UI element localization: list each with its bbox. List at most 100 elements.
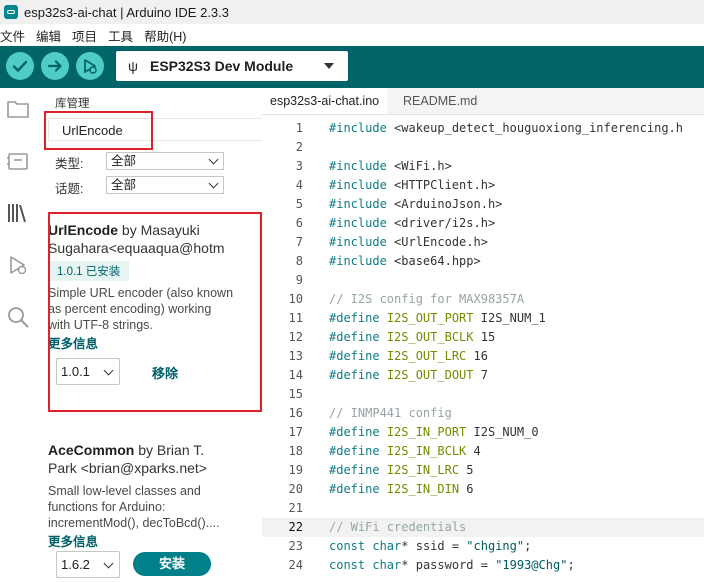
menu-help[interactable]: 帮助(H) [144, 26, 186, 45]
caret-down-icon [324, 63, 334, 69]
tab-readme[interactable]: README.md [395, 88, 485, 114]
line-source: #include <HTTPClient.h> [329, 176, 495, 195]
topic-filter-select[interactable]: 全部 [106, 176, 224, 194]
code-line[interactable]: 17 #define I2S_IN_PORT I2S_NUM_0 [262, 423, 704, 442]
boards-manager-icon[interactable] [5, 148, 31, 174]
code-line[interactable]: 8 #include <base64.hpp> [262, 252, 704, 271]
line-number: 13 [288, 349, 303, 363]
installed-badge: 1.0.1 已安装 [48, 261, 130, 281]
code-token: #include [329, 178, 387, 192]
code-token: #define [329, 463, 380, 477]
line-source: #include <WiFi.h> [329, 157, 452, 176]
code-line[interactable]: 23 const char* ssid = "chging"; [262, 537, 704, 556]
line-source: #include <driver/i2s.h> [329, 214, 495, 233]
code-token: // I2S config for MAX98357A [329, 292, 525, 306]
version-select[interactable]: 1.0.1 [56, 358, 120, 385]
search-icon[interactable] [5, 304, 31, 330]
code-line[interactable]: 19 #define I2S_IN_LRC 5 [262, 461, 704, 480]
code-line[interactable]: 3 #include <WiFi.h> [262, 157, 704, 176]
line-number: 16 [288, 406, 303, 420]
title-bar: esp32s3-ai-chat | Arduino IDE 2.3.3 [0, 0, 704, 24]
code-token: #include [329, 121, 387, 135]
code-line[interactable]: 6 #include <driver/i2s.h> [262, 214, 704, 233]
menu-sketch[interactable]: 项目 [72, 26, 97, 45]
type-filter-label: 类型: [55, 157, 84, 171]
arrow-right-icon [47, 60, 62, 72]
line-number: 5 [295, 197, 303, 211]
type-filter-select[interactable]: 全部 [106, 152, 224, 170]
folder-icon[interactable] [5, 96, 31, 122]
library-manager-icon[interactable] [5, 200, 31, 226]
line-number: 17 [288, 425, 303, 439]
code-token: const [329, 539, 366, 553]
code-line[interactable]: 4 #include <HTTPClient.h> [262, 176, 704, 195]
line-source: #include <UrlEncode.h> [329, 233, 488, 252]
tab-sketch[interactable]: esp32s3-ai-chat.ino [262, 88, 388, 114]
code-line[interactable]: 12 #define I2S_OUT_BCLK 15 [262, 328, 704, 347]
code-line[interactable]: 2 [262, 138, 704, 157]
code-line[interactable]: 21 [262, 499, 704, 518]
line-number: 7 [295, 235, 303, 249]
code-line[interactable]: 20 #define I2S_IN_DIN 6 [262, 480, 704, 499]
code-token: ; [567, 558, 575, 572]
line-source: #define I2S_OUT_DOUT 7 [329, 366, 488, 385]
line-source: #define I2S_OUT_PORT I2S_NUM_1 [329, 309, 546, 328]
line-source: #include <ArduinoJson.h> [329, 195, 502, 214]
type-filter-value: 全部 [111, 154, 137, 168]
menu-tools[interactable]: 工具 [108, 26, 133, 45]
version-select[interactable]: 1.6.2 [56, 551, 120, 578]
board-selector[interactable]: ψ ESP32S3 Dev Module [116, 51, 348, 81]
code-token: I2S_OUT_LRC [386, 349, 467, 363]
code-editor: esp32s3-ai-chat.ino README.md 1 #include … [262, 88, 704, 582]
verify-button[interactable] [6, 52, 34, 80]
code-line[interactable]: 11 #define I2S_OUT_PORT I2S_NUM_1 [262, 309, 704, 328]
debug-panel-icon[interactable] [5, 252, 31, 278]
line-source: // I2S config for MAX98357A [329, 290, 524, 309]
code-token: #include [329, 197, 387, 211]
more-info-link[interactable]: 更多信息 [48, 531, 258, 550]
line-source: #define I2S_IN_PORT I2S_NUM_0 [329, 423, 539, 442]
remove-button[interactable]: 移除 [152, 363, 178, 382]
code-line[interactable]: 7 #include <UrlEncode.h> [262, 233, 704, 252]
line-source: #include <wakeup_detect_houguoxiong_infe… [329, 119, 683, 138]
menu-file[interactable]: 文件 [0, 26, 25, 45]
line-number: 9 [295, 273, 303, 287]
library-card-urlencode: UrlEncode by Masayuki Sugahara<equaaqua@… [48, 221, 258, 352]
library-search-input[interactable] [62, 123, 212, 138]
code-line[interactable]: 14 #define I2S_OUT_DOUT 7 [262, 366, 704, 385]
code-token: <wakeup_detect_houguoxiong_inferencing.h [386, 121, 684, 135]
debug-button[interactable] [76, 52, 104, 80]
code-line[interactable]: 5 #include <ArduinoJson.h> [262, 195, 704, 214]
code-line[interactable]: 24 const char* password = "1993@Chg"; [262, 556, 704, 575]
code-token: <UrlEncode.h> [386, 235, 488, 249]
code-token: #define [329, 349, 380, 363]
chevron-down-icon [208, 178, 219, 189]
window-title: esp32s3-ai-chat | Arduino IDE 2.3.3 [24, 4, 229, 20]
menu-edit[interactable]: 编辑 [36, 26, 61, 45]
code-line[interactable]: 15 [262, 385, 704, 404]
code-line[interactable]: 22 // WiFi credentials [262, 518, 704, 537]
code-line[interactable]: 1 #include <wakeup_detect_houguoxiong_inf… [262, 119, 704, 138]
code-token: * ssid = [401, 539, 467, 553]
arduino-app-icon [4, 5, 18, 19]
code-line[interactable]: 9 [262, 271, 704, 290]
topic-filter-label: 话题: [55, 182, 84, 196]
code-line[interactable]: 13 #define I2S_OUT_LRC 16 [262, 347, 704, 366]
code-line[interactable]: 16 // INMP441 config [262, 404, 704, 423]
line-number: 18 [288, 444, 303, 458]
code-line[interactable]: 18 #define I2S_IN_BCLK 4 [262, 442, 704, 461]
code-token: #define [329, 368, 380, 382]
more-info-link[interactable]: 更多信息 [48, 333, 258, 352]
code-token: #include [329, 216, 387, 230]
line-number: 22 [288, 520, 303, 534]
library-author: Park <brian@xparks.net> [48, 460, 207, 476]
board-name: ESP32S3 Dev Module [149, 58, 294, 74]
chevron-down-icon [208, 154, 219, 165]
code-line[interactable]: 10 // I2S config for MAX98357A [262, 290, 704, 309]
code-token: I2S_IN_LRC [386, 463, 460, 477]
code-token: #define [329, 482, 380, 496]
upload-button[interactable] [41, 52, 69, 80]
install-button[interactable]: 安装 [133, 552, 211, 576]
